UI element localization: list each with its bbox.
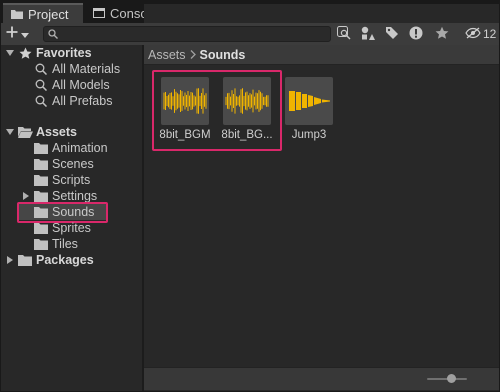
folder-icon <box>17 254 33 266</box>
waveform-path <box>225 88 269 114</box>
collapsed-triangle-icon[interactable] <box>5 256 15 264</box>
shapes-icon <box>361 26 375 43</box>
project-toolbar: 12 <box>1 23 499 46</box>
tree-folder-animation[interactable]: Animation <box>33 140 108 156</box>
asset-name: 8bit_BGM <box>159 129 211 141</box>
waveform-icon <box>163 88 207 114</box>
warning-circle-icon <box>409 26 423 43</box>
filter-by-type-button[interactable] <box>358 25 378 43</box>
search-icon <box>33 79 49 91</box>
waveform-path <box>163 88 207 114</box>
hidden-count: 12 <box>483 27 497 41</box>
expanded-triangle-icon <box>5 50 15 56</box>
console-icon <box>93 6 105 21</box>
tree-favorite-item[interactable]: All Prefabs <box>33 93 112 109</box>
hidden-packages-toggle[interactable]: 12 <box>465 25 496 43</box>
expanded-triangle-icon <box>5 129 15 135</box>
star-icon <box>17 47 33 60</box>
tree-item-label: Tiles <box>52 237 78 251</box>
search-icon <box>33 95 49 107</box>
folder-icon <box>33 174 49 186</box>
tab-project[interactable]: Project <box>3 3 83 23</box>
plus-icon <box>6 26 18 41</box>
breadcrumb: Assets Sounds <box>144 45 499 65</box>
search-in-scene-icon <box>337 25 351 43</box>
folder-icon <box>33 190 49 202</box>
log-type-filter-button[interactable] <box>406 25 426 43</box>
tree-item-label: All Models <box>52 78 110 92</box>
asset-browser-panel: Assets Sounds 8bit_BGM 8bit_BG... Jump3 <box>144 45 499 391</box>
tree-item-label: Scripts <box>52 173 91 187</box>
search-icon <box>33 63 49 75</box>
waveform-icon <box>225 88 269 114</box>
asset-name: 8bit_BG... <box>221 129 273 141</box>
tree-folder-sprites[interactable]: Sprites <box>33 220 91 236</box>
tree-folder-scenes[interactable]: Scenes <box>33 156 94 172</box>
project-window: Project Console 12 Favorites All Materia… <box>0 0 500 392</box>
asset-item-audio[interactable]: Jump3 <box>279 77 339 141</box>
tree-item-label: Sprites <box>52 221 91 235</box>
chevron-right-icon <box>190 48 196 62</box>
assets-label: Assets <box>36 125 77 139</box>
tree-favorite-item[interactable]: All Materials <box>33 61 120 77</box>
favorites-label: Favorites <box>36 46 92 60</box>
tree-item-label: All Materials <box>52 62 121 76</box>
tree-folder-tiles[interactable]: Tiles <box>33 236 78 252</box>
breadcrumb-assets[interactable]: Assets <box>148 48 186 62</box>
star-icon <box>435 26 449 43</box>
folder-icon <box>33 142 49 154</box>
favorite-button[interactable] <box>432 25 452 43</box>
search-icon <box>48 29 58 43</box>
tree-assets[interactable]: Assets <box>5 124 77 140</box>
tree-favorites[interactable]: Favorites <box>5 45 92 61</box>
tree-item-label: Scenes <box>52 157 94 171</box>
search-by-type-button[interactable] <box>334 25 354 43</box>
eye-slash-icon <box>465 27 481 42</box>
asset-item-audio[interactable]: 8bit_BG... <box>217 77 277 141</box>
zoom-slider[interactable] <box>427 374 467 383</box>
asset-name: Jump3 <box>291 129 327 141</box>
tree-item-label: Animation <box>52 141 108 155</box>
asset-item-audio[interactable]: 8bit_BGM <box>155 77 215 141</box>
zoom-slider-handle[interactable] <box>446 374 456 383</box>
tab-project-label: Project <box>28 6 69 22</box>
decay-waveform-icon <box>289 91 330 111</box>
search-input[interactable] <box>43 26 331 42</box>
tree-item-label: All Prefabs <box>52 94 113 108</box>
folder-icon <box>33 222 49 234</box>
status-bar <box>144 367 499 390</box>
folder-icon <box>33 238 49 250</box>
audio-waveform-thumbnail <box>223 77 271 125</box>
chevron-down-icon <box>21 27 29 41</box>
tree-packages[interactable]: Packages <box>5 252 94 268</box>
collapsed-triangle-icon[interactable] <box>21 192 31 200</box>
folder-tree-panel: Favorites All Materials All Models All P… <box>1 45 144 391</box>
filter-by-label-button[interactable] <box>382 25 402 43</box>
audio-decay-thumbnail <box>285 77 333 125</box>
tag-icon <box>385 26 399 43</box>
folder-icon <box>11 7 23 22</box>
tree-folder-scripts[interactable]: Scripts <box>33 172 90 188</box>
packages-label: Packages <box>36 253 94 267</box>
tree-item-label: Settings <box>52 189 98 203</box>
folder-icon <box>33 158 49 170</box>
tab-bar: Project Console <box>1 1 499 350</box>
folder-open-icon <box>17 126 33 138</box>
tree-favorite-item[interactable]: All Models <box>33 77 110 93</box>
create-button[interactable] <box>6 24 36 43</box>
audio-waveform-thumbnail <box>161 77 209 125</box>
breadcrumb-sounds[interactable]: Sounds <box>200 48 246 62</box>
